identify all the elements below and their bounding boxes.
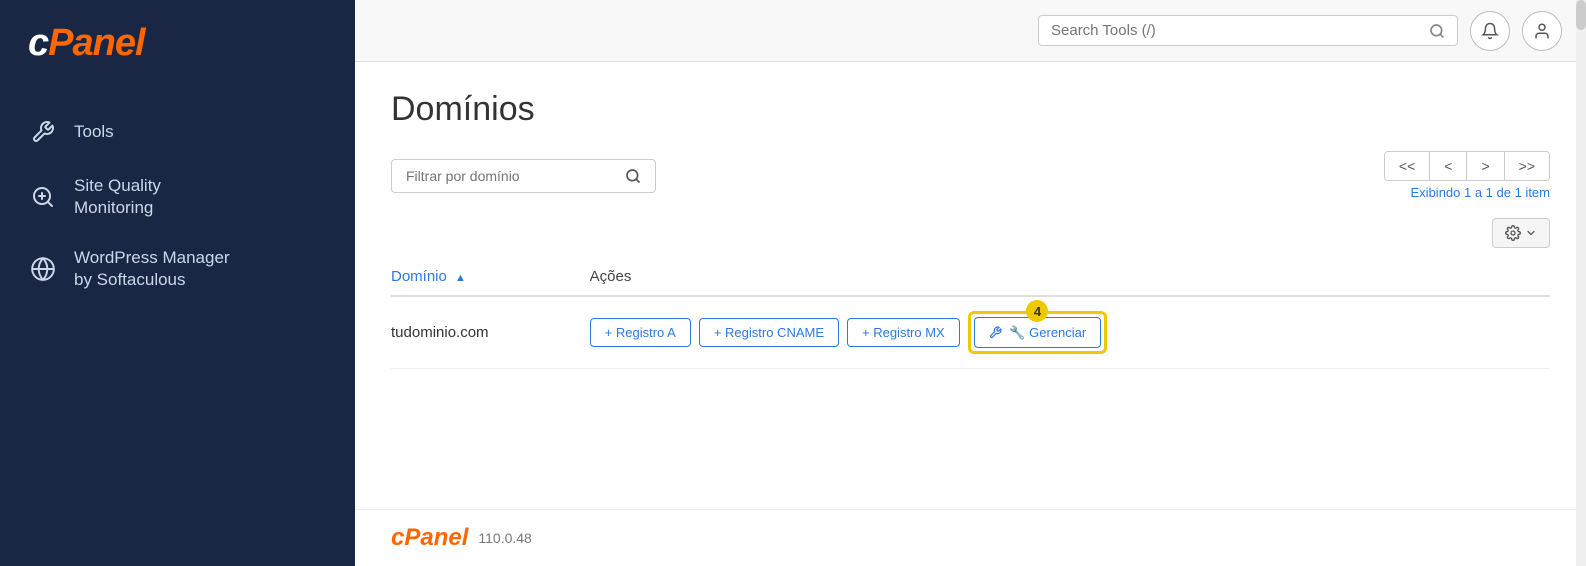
filter-left (391, 159, 656, 193)
sidebar: cPanel Tools Site Qualit (0, 0, 355, 566)
search-input[interactable] (1051, 22, 1421, 39)
sidebar-item-wordpress[interactable]: WordPress Manager by Softaculous (0, 233, 355, 305)
sidebar-nav: Tools Site Quality Monitoring (0, 93, 355, 315)
registro-cname-button[interactable]: + Registro CNAME (699, 318, 839, 347)
page-prev-button[interactable]: < (1430, 152, 1467, 180)
wordpress-label: WordPress Manager by Softaculous (74, 247, 230, 291)
sidebar-item-site-quality[interactable]: Site Quality Monitoring (0, 161, 355, 233)
domains-table: Domínio ▲ Ações tudominio.com + Registro… (391, 258, 1550, 369)
search-bar[interactable] (1038, 15, 1458, 46)
scrollbar[interactable] (1576, 0, 1586, 566)
site-quality-label: Site Quality Monitoring (74, 175, 161, 219)
sidebar-item-tools[interactable]: Tools (0, 103, 355, 161)
tools-label: Tools (74, 121, 114, 143)
footer: cPanel 110.0.48 (355, 509, 1586, 566)
bell-icon (1481, 22, 1499, 40)
settings-gear-button[interactable] (1492, 218, 1550, 248)
pagination-info: Exibindo 1 a 1 de 1 item (1411, 185, 1550, 200)
filter-search-button[interactable] (611, 159, 656, 193)
actions-cell: + Registro A + Registro CNAME + Registro… (590, 296, 1550, 368)
user-button[interactable] (1522, 11, 1562, 51)
site-quality-icon (28, 182, 58, 212)
badge-4: 4 (1026, 300, 1048, 322)
registro-a-button[interactable]: + Registro A (590, 318, 691, 347)
sort-icon: ▲ (455, 272, 466, 284)
pagination: << < > >> Exibindo 1 a 1 de 1 item (1384, 151, 1550, 200)
page-last-button[interactable]: >> (1505, 152, 1549, 180)
main-content: Domínios << < > >> Exibindo (355, 0, 1586, 566)
page-content: Domínios << < > >> Exibindo (355, 62, 1586, 509)
registro-mx-button[interactable]: + Registro MX (847, 318, 960, 347)
gerenciar-highlight: 4 🔧 Gerenciar (968, 311, 1108, 354)
sidebar-logo-area: cPanel (0, 0, 355, 93)
chevron-down-icon (1525, 227, 1537, 239)
page-next-button[interactable]: > (1467, 152, 1504, 180)
wordpress-icon (28, 254, 58, 284)
scrollbar-thumb[interactable] (1576, 0, 1586, 30)
gerenciar-wrap: 4 🔧 Gerenciar (968, 311, 1108, 354)
header (355, 0, 1586, 62)
tools-icon (28, 117, 58, 147)
col-dominio-header[interactable]: Domínio ▲ (391, 258, 590, 296)
filter-row: << < > >> Exibindo 1 a 1 de 1 item (391, 151, 1550, 200)
filter-search-icon (625, 168, 641, 184)
gear-icon (1505, 225, 1521, 241)
user-icon (1533, 22, 1551, 40)
table-row: tudominio.com + Registro A + Registro CN… (391, 296, 1550, 368)
wrench-icon (989, 326, 1002, 339)
cpanel-logo: cPanel (28, 22, 327, 65)
settings-row (391, 218, 1550, 248)
action-buttons: + Registro A + Registro CNAME + Registro… (590, 311, 1538, 354)
footer-version: 110.0.48 (478, 530, 531, 546)
footer-logo: cPanel (391, 524, 468, 552)
page-first-button[interactable]: << (1385, 152, 1430, 180)
notification-button[interactable] (1470, 11, 1510, 51)
page-title: Domínios (391, 90, 1550, 129)
search-icon (1429, 23, 1445, 39)
domain-cell: tudominio.com (391, 296, 590, 368)
domain-filter-input[interactable] (391, 159, 611, 193)
col-acoes-header: Ações (590, 258, 1550, 296)
pagination-buttons: << < > >> (1384, 151, 1550, 181)
